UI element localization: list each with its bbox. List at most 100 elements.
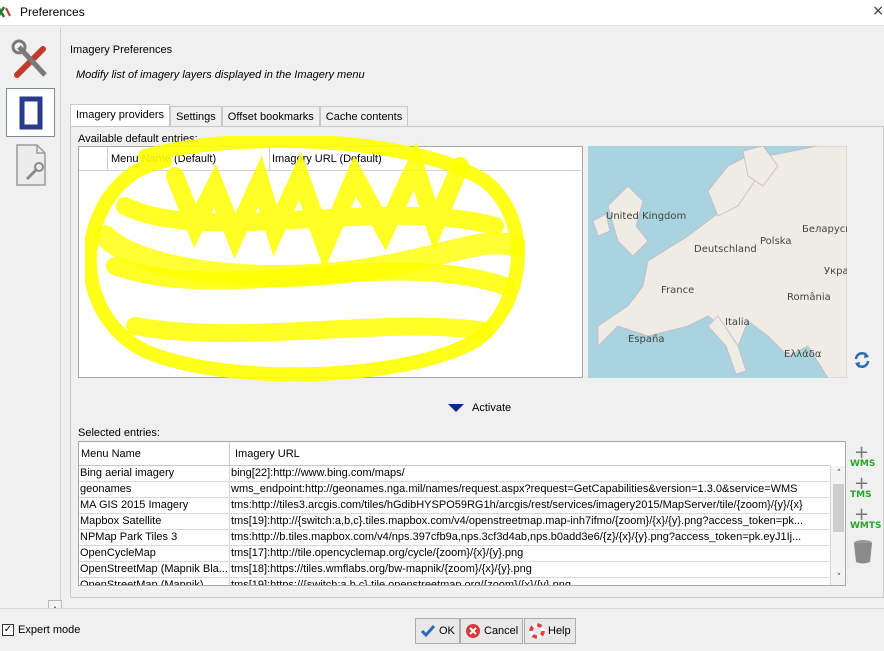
map-label-united-kingdom: United Kingdom (606, 211, 687, 222)
selected-table-header: Menu Name Imagery URL (79, 442, 830, 466)
row-menu-name: OpenStreetMap (Mapnik Bla... (80, 563, 228, 575)
help-label: Help (548, 625, 571, 637)
refresh-icon[interactable] (852, 350, 872, 370)
preferences-sidebar: ▲ ▼ (0, 28, 62, 632)
row-imagery-url: tms[17]:http://tile.opencyclemap.org/cyc… (231, 547, 524, 559)
sidebar-item-general[interactable] (6, 36, 55, 85)
wms-label: WMS (850, 459, 876, 469)
map-label-italia: Italia (725, 317, 750, 328)
wmts-label: WMTS (850, 521, 882, 531)
scrollbar-thumb[interactable] (833, 484, 844, 532)
row-imagery-url: tms[18]:https://tiles.wmflabs.org/bw-map… (231, 563, 532, 575)
table-row[interactable]: Bing aerial imagery bing[22]:http://www.b… (79, 466, 830, 482)
row-menu-name: NPMap Park Tiles 3 (80, 531, 178, 543)
selected-entries-table[interactable]: Menu Name Imagery URL Bing aerial imager… (78, 441, 846, 586)
arrow-down-icon (448, 404, 464, 412)
column-separator (107, 147, 108, 171)
map-label-ukraine: Україна (824, 266, 847, 277)
column-menu-name[interactable]: Menu Name (81, 448, 141, 460)
sidebar-item-imagery[interactable] (6, 88, 55, 137)
ok-label: OK (439, 625, 455, 637)
expert-mode-checkbox[interactable]: ✓ Expert mode (2, 624, 80, 636)
map-label-deutschland: Deutschland (694, 244, 757, 255)
column-separator (229, 562, 230, 577)
add-layer-toolbar: + WMS + TMS + WMTS (850, 444, 882, 568)
cancel-button[interactable]: Cancel (460, 618, 524, 644)
column-imagery-url-default[interactable]: Imagery URL (Default) (272, 153, 382, 165)
cancel-label: Cancel (484, 625, 519, 637)
imagery-layer-icon (19, 96, 42, 129)
tms-label: TMS (850, 490, 872, 500)
column-separator (229, 442, 230, 466)
table-row[interactable]: OpenStreetMap (Mapnik) tms[19]:https://{s… (79, 578, 830, 586)
column-separator (269, 147, 270, 171)
map-label-romania: România (787, 292, 831, 303)
column-separator (229, 498, 230, 513)
table-row[interactable]: OpenStreetMap (Mapnik Bla... tms[18]:http… (79, 562, 830, 578)
column-separator (229, 482, 230, 497)
scroll-up-icon[interactable]: ˄ (831, 466, 845, 482)
column-imagery-url[interactable]: Imagery URL (235, 448, 300, 460)
row-menu-name: Bing aerial imagery (80, 467, 175, 479)
row-menu-name: OpenStreetMap (Mapnik) (80, 579, 204, 586)
row-menu-name: geonames (80, 483, 132, 495)
row-imagery-url: tms[19]:http://{switch:a,b,c}.tiles.mapb… (231, 515, 804, 527)
row-menu-name: OpenCycleMap (80, 547, 156, 559)
row-imagery-url: tms[19]:https://{switch:a,b,c}.tile.open… (231, 579, 571, 586)
josm-app-icon (0, 6, 11, 18)
row-imagery-url: wms_endpoint:http://geonames.nga.mil/nam… (231, 483, 798, 495)
map-label-france: France (661, 285, 695, 296)
delete-trash-icon[interactable] (850, 537, 876, 565)
tab-cache-contents[interactable]: Cache contents (319, 106, 409, 126)
row-menu-name: Mapbox Satellite (80, 515, 162, 527)
tab-imagery-providers[interactable]: Imagery providers (70, 104, 171, 126)
table-row[interactable]: Mapbox Satellite tms[19]:http://{switch:a… (79, 514, 830, 530)
default-table-header: Menu Name (Default) Imagery URL (Default… (79, 147, 581, 171)
map-label-polska: Polska (760, 236, 792, 247)
wrench-screwdriver-icon (11, 39, 47, 78)
ok-button[interactable]: OK (415, 618, 460, 644)
add-wms-button[interactable]: + WMS (850, 444, 876, 472)
column-separator (229, 530, 230, 545)
cancel-icon (466, 624, 480, 638)
sidebar-item-plugins[interactable] (6, 140, 55, 189)
map-label-espana: España (628, 334, 665, 345)
window-titlebar: Preferences × (0, 0, 884, 26)
add-wmts-button[interactable]: + WMTS (850, 506, 882, 534)
add-tms-button[interactable]: + TMS (850, 475, 876, 503)
coverage-map[interactable]: United Kingdom Deutschland Polska Белару… (588, 146, 847, 378)
tab-offset-bookmarks[interactable]: Offset bookmarks (221, 106, 320, 126)
table-row[interactable]: OpenCycleMap tms[17]:http://tile.opencycl… (79, 546, 830, 562)
map-label-belarus: Беларусь (802, 224, 847, 235)
plugin-document-icon (15, 143, 46, 186)
table-vertical-scrollbar[interactable]: ˄ ˅ (830, 466, 845, 585)
activate-label: Activate (472, 402, 512, 414)
available-entries-label: Available default entries: (78, 133, 198, 145)
dialog-footer: ✓ Expert mode OK Cancel Help (0, 608, 884, 651)
selected-rows: Bing aerial imagery bing[22]:http://www.b… (79, 466, 830, 586)
checkbox-checked-icon[interactable]: ✓ (2, 624, 14, 636)
table-row[interactable]: MA GIS 2015 Imagery tms:http://tiles3.arc… (79, 498, 830, 514)
page-description: Modify list of imagery layers displayed … (76, 69, 365, 81)
help-button[interactable]: Help (524, 618, 576, 644)
column-separator (229, 546, 230, 561)
window-title: Preferences (20, 5, 85, 19)
help-lifebuoy-icon (529, 623, 545, 639)
selected-entries-label: Selected entries: (78, 427, 160, 439)
row-menu-name: MA GIS 2015 Imagery (80, 499, 189, 511)
table-row[interactable]: NPMap Park Tiles 3 tms:http://b.tiles.map… (79, 530, 830, 546)
close-icon[interactable]: × (872, 3, 884, 19)
column-separator (229, 466, 230, 481)
column-separator (229, 514, 230, 529)
activate-button[interactable]: Activate (448, 402, 511, 414)
table-row[interactable]: geonames wms_endpoint:http://geonames.nga… (79, 482, 830, 498)
scroll-down-icon[interactable]: ˅ (831, 570, 845, 585)
europe-map-shape (592, 146, 847, 378)
tab-bar: Imagery providers Settings Offset bookma… (70, 104, 409, 126)
tab-settings[interactable]: Settings (170, 106, 222, 126)
row-imagery-url: bing[22]:http://www.bing.com/maps/ (231, 467, 405, 479)
column-separator (229, 578, 230, 585)
column-menu-name-default[interactable]: Menu Name (Default) (111, 153, 216, 165)
ok-icon (420, 625, 436, 638)
default-entries-table[interactable]: Menu Name (Default) Imagery URL (Default… (78, 146, 583, 378)
